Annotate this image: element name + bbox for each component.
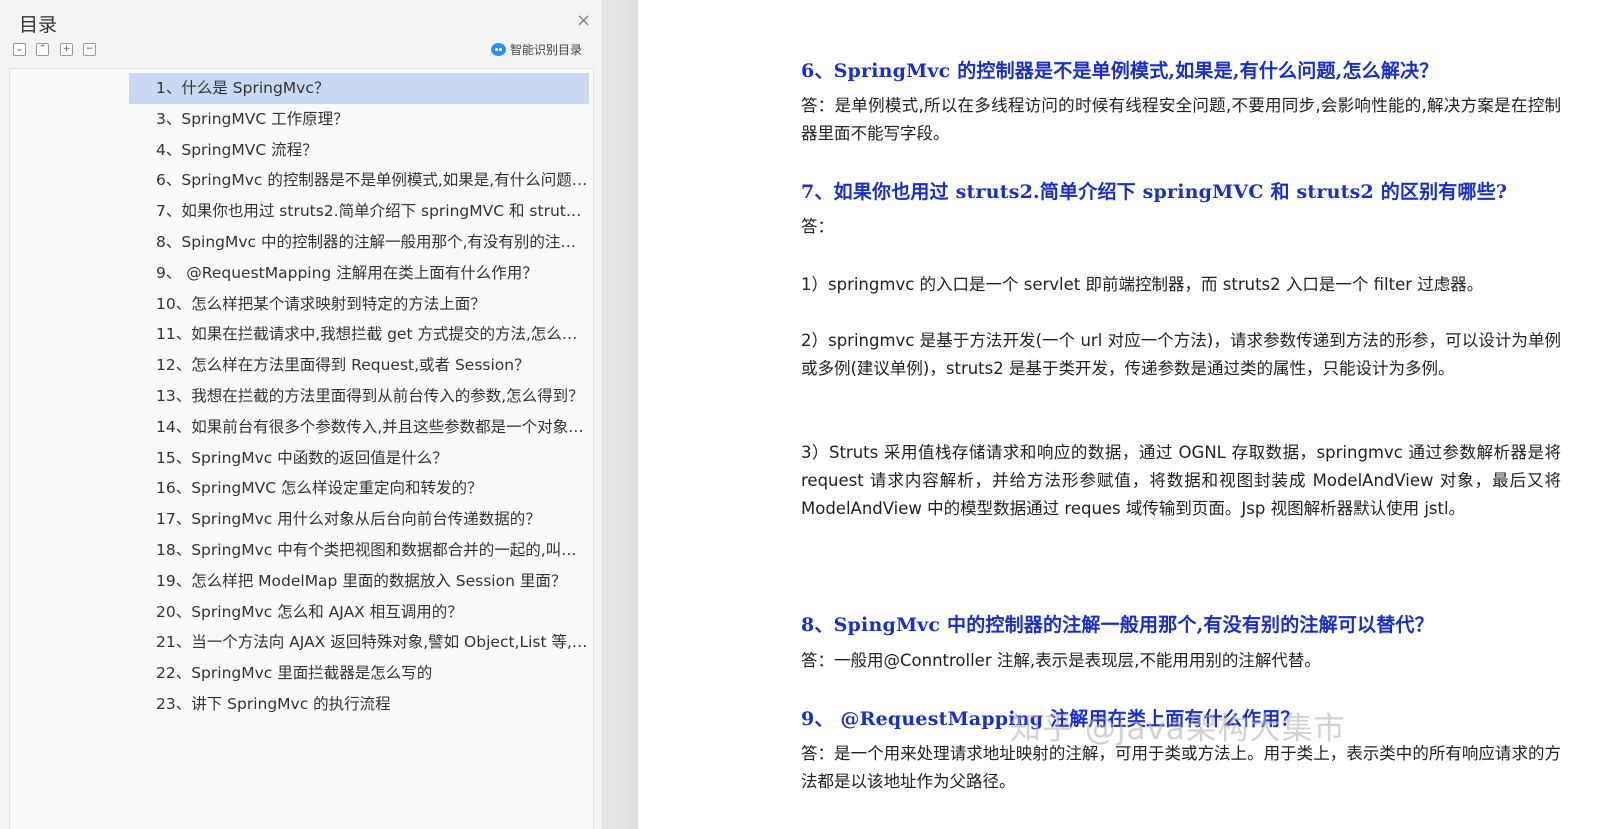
toc-item[interactable]: 1、什么是 SpringMvc？: [129, 73, 589, 104]
zoom-out-icon[interactable]: −: [83, 43, 96, 56]
toc-item[interactable]: 22、SpringMvc 里面拦截器是怎么写的: [129, 658, 589, 689]
answer-q6: 答：是单例模式,所以在多线程访问的时候有线程安全问题,不要用同步,会影响性能的,…: [801, 96, 1561, 143]
toc-item[interactable]: 4、SpringMVC 流程？: [129, 135, 589, 166]
heading-q6: 6、SpringMvc 的控制器是不是单例模式,如果是,有什么问题,怎么解决？: [801, 60, 1439, 82]
heading-q8: 8、SpingMvc 中的控制器的注解一般用那个,有没有别的注解可以替代？: [801, 614, 1434, 636]
smart-toc-label: 智能识别目录: [509, 43, 582, 57]
answer-q7-label: 答：: [801, 217, 834, 236]
answer-q9: 答：是一个用来处理请求地址映射的注解，可用于类或方法上。用于类上，表示类中的所有…: [801, 744, 1561, 791]
toc-item[interactable]: 11、如果在拦截请求中,我想拦截 get 方式提交的方法,怎么配置？: [129, 319, 589, 350]
answer-q7-point1: 1）springmvc 的入口是一个 servlet 即前端控制器，而 stru…: [801, 275, 1484, 294]
smart-toc-button[interactable]: 智能识别目录: [490, 41, 582, 58]
toc-item[interactable]: 3、SpringMVC 工作原理？: [129, 104, 589, 135]
toc-item[interactable]: 7、如果你也用过 struts2.简单介绍下 springMVC 和 strut…: [129, 196, 589, 227]
heading-q9: 9、 @RequestMapping 注解用在类上面有什么作用？: [801, 708, 1300, 730]
toc-item[interactable]: 23、讲下 SpringMvc 的执行流程: [129, 689, 589, 720]
toc-item[interactable]: 9、 @RequestMapping 注解用在类上面有什么作用？: [129, 258, 589, 289]
answer-q7-point3: 3）Struts 采用值栈存储请求和响应的数据，通过 OGNL 存取数据，spr…: [801, 443, 1561, 518]
heading-q7: 7、如果你也用过 struts2.简单介绍下 springMVC 和 strut…: [801, 181, 1508, 203]
collapse-all-icon[interactable]: ⌄: [13, 43, 26, 56]
toc-list: 1、什么是 SpringMvc？ 3、SpringMVC 工作原理？ 4、Sprin…: [10, 73, 593, 720]
toc-item[interactable]: 20、SpringMvc 怎么和 AJAX 相互调用的？: [129, 597, 589, 628]
expand-all-icon[interactable]: ⌃: [36, 43, 49, 56]
toc-item[interactable]: 19、怎么样把 ModelMap 里面的数据放入 Session 里面？: [129, 566, 589, 597]
toc-item[interactable]: 17、SpringMvc 用什么对象从后台向前台传递数据的？: [129, 504, 589, 535]
document-page: 6、SpringMvc 的控制器是不是单例模式,如果是,有什么问题,怎么解决？ …: [603, 0, 1613, 829]
ai-recognize-icon: [490, 43, 506, 56]
toc-item[interactable]: 18、SpringMvc 中有个类把视图和数据都合并的一起的,叫什么？: [129, 535, 589, 566]
toc-item[interactable]: 12、怎么样在方法里面得到 Request,或者 Session？: [129, 350, 589, 381]
toc-item[interactable]: 15、SpringMvc 中函数的返回值是什么？: [129, 443, 589, 474]
toc-item[interactable]: 13、我想在拦截的方法里面得到从前台传入的参数,怎么得到？: [129, 381, 589, 412]
toc-panel: 目录 × ⌄ ⌃ + − 智能识别目录 1、什么是 SpringMvc？ 3、Sp…: [0, 0, 603, 829]
toc-item[interactable]: 10、怎么样把某个请求映射到特定的方法上面？: [129, 289, 589, 320]
zoom-in-icon[interactable]: +: [60, 43, 73, 56]
toc-item[interactable]: 21、当一个方法向 AJAX 返回特殊对象,譬如 Object,List 等,需…: [129, 627, 589, 658]
answer-q7-point2: 2）springmvc 是基于方法开发(一个 url 对应一个方法)，请求参数传…: [801, 331, 1561, 378]
toc-list-container: 1、什么是 SpringMvc？ 3、SpringMVC 工作原理？ 4、Sprin…: [9, 68, 594, 829]
toc-item[interactable]: 16、SpringMVC 怎么样设定重定向和转发的？: [129, 473, 589, 504]
toc-item[interactable]: 14、如果前台有很多个参数传入,并且这些参数都是一个对象的,那么怎么样快速得到这…: [129, 412, 589, 443]
answer-q8: 答：一般用@Conntroller 注解,表示是表现层,不能用用别的注解代替。: [801, 651, 1321, 670]
close-icon[interactable]: ×: [576, 11, 591, 31]
toc-item[interactable]: 8、SpingMvc 中的控制器的注解一般用那个,有没有别的注解可以替代？: [129, 227, 589, 258]
toc-item[interactable]: 6、SpringMvc 的控制器是不是单例模式,如果是,有什么问题,怎么解决？: [129, 165, 589, 196]
toc-title: 目录: [19, 14, 58, 36]
